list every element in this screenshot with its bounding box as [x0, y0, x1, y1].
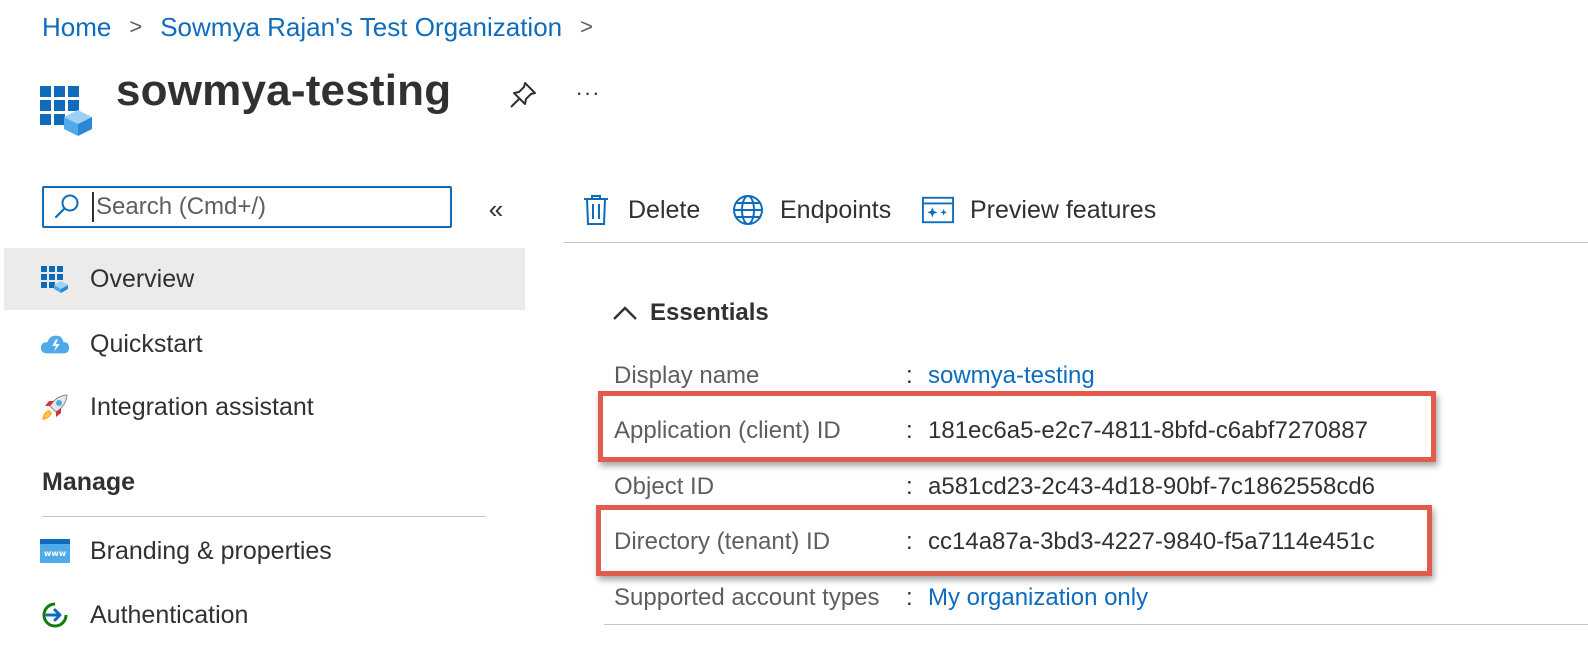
row-separator: : — [906, 473, 913, 500]
essentials-title: Essentials — [650, 299, 769, 326]
essentials-row-account-types: Supported account types : My organizatio… — [614, 578, 1148, 618]
row-separator: : — [906, 362, 913, 389]
row-key: Object ID — [614, 473, 715, 500]
preview-features-button[interactable]: Preview features — [922, 190, 1156, 230]
sidebar-item-label: Authentication — [90, 600, 249, 629]
row-key: Supported account types — [614, 584, 880, 611]
more-options-button[interactable]: ··· — [572, 76, 604, 110]
account-types-link[interactable]: My organization only — [928, 584, 1148, 612]
sidebar-item-integration-assistant[interactable]: Integration assistant — [4, 376, 525, 438]
highlight-tenant-id — [596, 505, 1432, 576]
sidebar-item-authentication[interactable]: Authentication — [4, 584, 525, 646]
row-separator: : — [906, 584, 913, 611]
cloud-icon — [40, 329, 70, 359]
preview-features-icon — [922, 194, 954, 226]
delete-button[interactable]: Delete — [580, 190, 700, 230]
display-name-link[interactable]: sowmya-testing — [928, 362, 1095, 390]
sidebar-item-quickstart[interactable]: Quickstart — [4, 313, 525, 375]
page-title: sowmya-testing — [116, 66, 452, 115]
sidebar-item-label: Quickstart — [90, 329, 203, 358]
essentials-toggle[interactable]: Essentials — [612, 296, 769, 330]
object-id-value: a581cd23-2c43-4d18-90bf-7c1862558cd6 — [928, 473, 1376, 500]
search-icon — [54, 194, 79, 219]
sidebar-item-label: Overview — [90, 264, 195, 293]
endpoints-button[interactable]: Endpoints — [732, 190, 891, 230]
delete-label: Delete — [628, 195, 701, 224]
highlight-client-id — [598, 391, 1436, 462]
sidebar-section-manage: Manage — [42, 468, 136, 496]
auth-icon — [40, 600, 70, 630]
chevron-up-icon — [613, 306, 637, 320]
breadcrumb: Home > Sowmya Rajan's Test Organization … — [42, 10, 611, 44]
sidebar-item-branding[interactable]: www Branding & properties — [4, 520, 525, 582]
trash-icon — [580, 194, 612, 226]
sidebar-divider — [42, 516, 486, 517]
essentials-row-object-id: Object ID : a581cd23-2c43-4d18-90bf-7c18… — [614, 467, 1375, 507]
search-input[interactable] — [92, 192, 448, 222]
breadcrumb-home[interactable]: Home — [42, 12, 111, 43]
pin-icon — [510, 82, 536, 108]
globe-icon — [732, 194, 764, 226]
sidebar-item-label: Integration assistant — [90, 392, 314, 421]
breadcrumb-organization[interactable]: Sowmya Rajan's Test Organization — [160, 12, 562, 43]
rocket-icon — [40, 392, 70, 422]
pin-button[interactable] — [506, 78, 540, 112]
endpoints-label: Endpoints — [780, 195, 892, 224]
app-registration-icon — [40, 80, 94, 136]
app-grid-icon — [40, 264, 70, 294]
breadcrumb-separator: > — [129, 14, 143, 39]
row-key: Display name — [614, 362, 760, 389]
collapse-sidebar-button[interactable]: « — [482, 194, 510, 224]
search-box — [42, 186, 452, 228]
preview-features-label: Preview features — [970, 195, 1157, 224]
svg-text:www: www — [44, 549, 67, 558]
sidebar-item-label: Branding & properties — [90, 536, 332, 565]
essentials-row-display-name: Display name : sowmya-testing — [614, 356, 1095, 396]
www-icon: www — [40, 536, 70, 566]
breadcrumb-separator: > — [580, 14, 593, 39]
sidebar-item-overview[interactable]: Overview — [4, 248, 525, 310]
toolbar-divider — [564, 242, 1588, 243]
essentials-divider — [604, 624, 1588, 625]
